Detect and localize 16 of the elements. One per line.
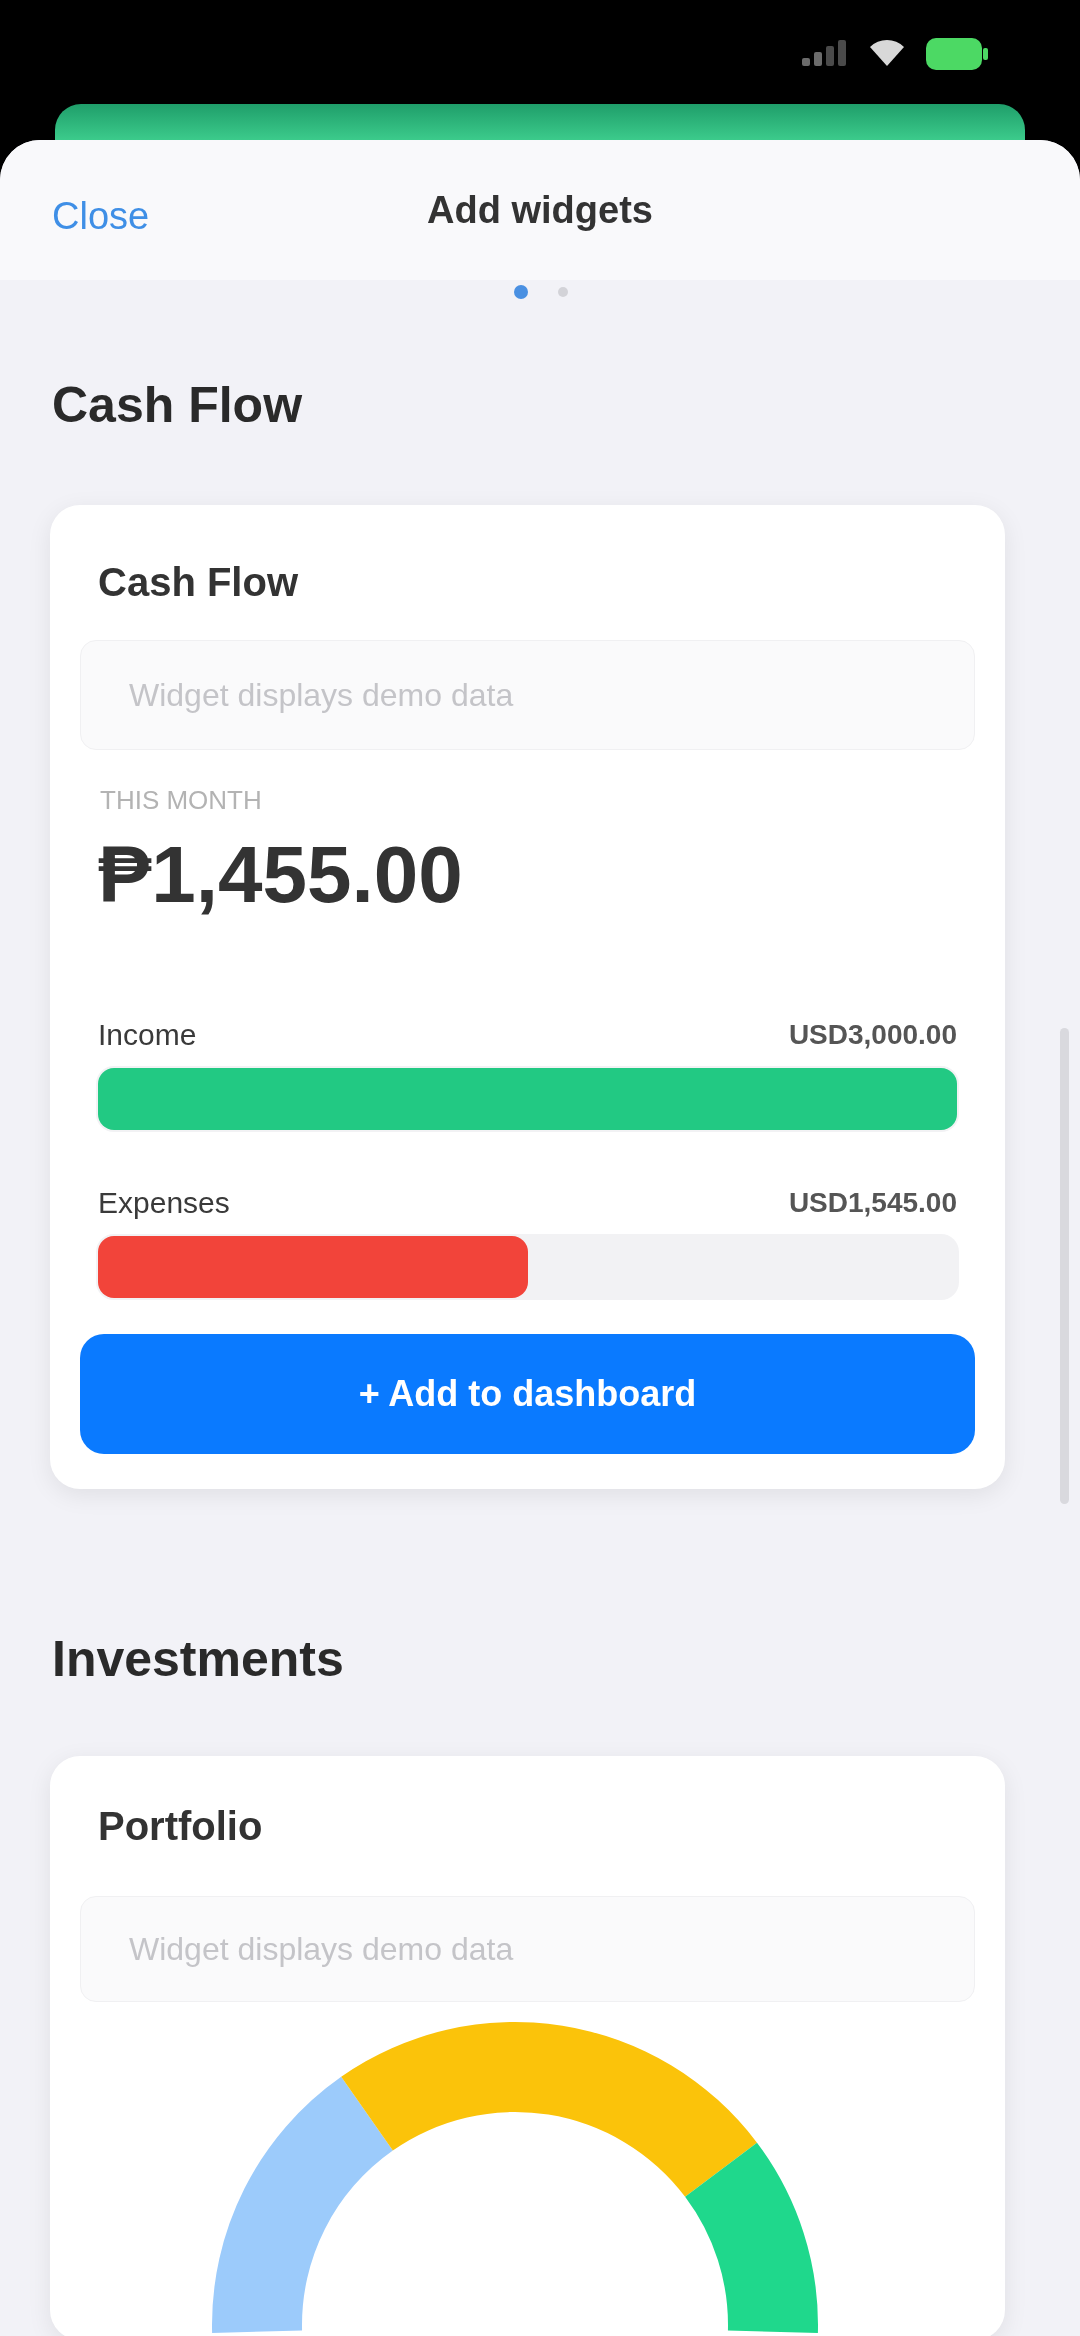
bar-label: Income [98,1017,197,1053]
section-title: Cash Flow [52,376,303,435]
wifi-icon [870,38,904,66]
add-to-dashboard-button[interactable]: + Add to dashboard [80,1334,975,1454]
sheet-title: Add widgets [427,188,653,233]
bar-label: Expenses [98,1185,230,1221]
section-title: Investments [52,1630,344,1689]
bar-amount: USD1,545.00 [788,1186,957,1220]
close-button[interactable]: Close [52,192,150,240]
battery-icon [926,38,988,70]
widget-title: Portfolio [97,1803,264,1850]
signal-icon [802,38,848,66]
widget-title: Cash Flow [97,559,300,606]
period-label: THIS MONTH [99,784,263,816]
bar-amount: USD3,000.00 [788,1018,957,1052]
total-amount: ₱1,455.00 [97,830,464,920]
